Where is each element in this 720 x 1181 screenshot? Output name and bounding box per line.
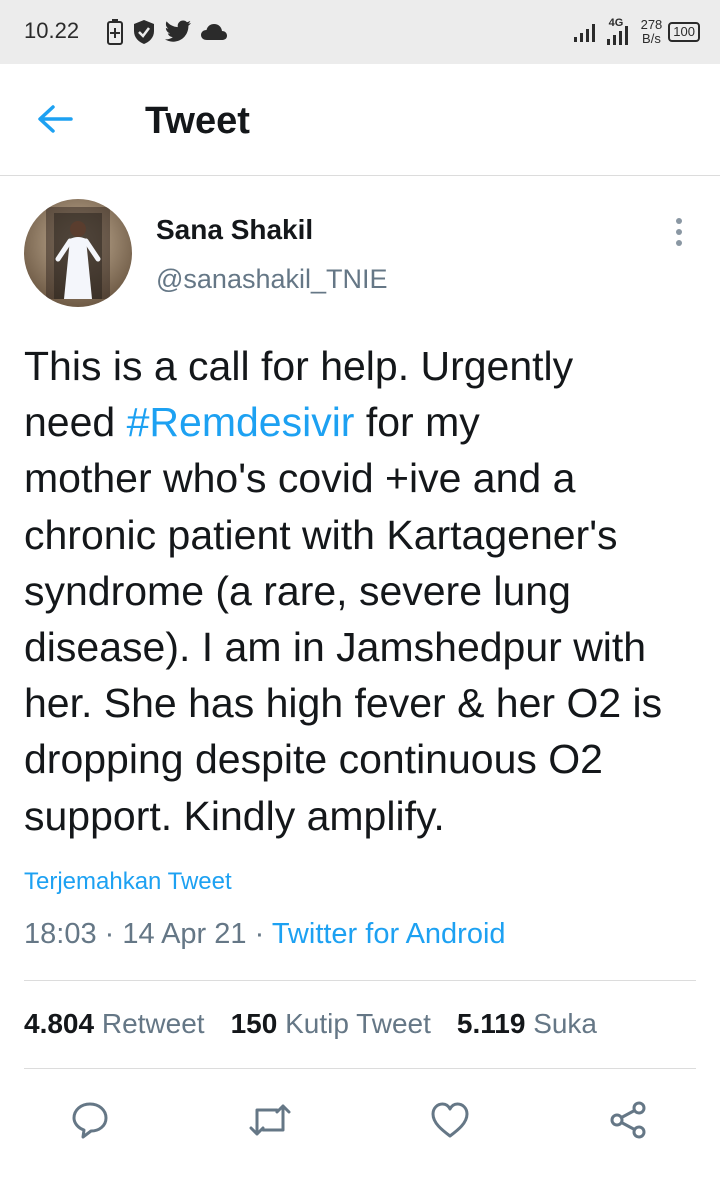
- back-arrow-icon: [38, 105, 73, 133]
- likes-label: Suka: [533, 1008, 598, 1039]
- reply-button[interactable]: [60, 1090, 120, 1150]
- tweet-text: This is a call for help. Urgently need #…: [24, 338, 714, 844]
- signal-4g-icon: [606, 26, 628, 45]
- avatar[interactable]: [24, 199, 132, 307]
- more-dot-icon: [676, 240, 682, 246]
- cloud-icon: [201, 24, 227, 40]
- meta-separator: ·: [104, 918, 115, 950]
- tweet-date: 14 Apr 21: [122, 918, 247, 950]
- status-bar: 10.22 4G 278 B/s 100: [0, 0, 720, 64]
- hashtag-link[interactable]: #Remdesivir: [127, 399, 355, 445]
- tweet-action-bar: [0, 1090, 720, 1150]
- like-button[interactable]: [420, 1090, 480, 1150]
- share-button[interactable]: [598, 1090, 658, 1150]
- status-system-icons: 4G 278 B/s 100: [573, 14, 700, 50]
- more-options-button[interactable]: [664, 214, 694, 250]
- retweet-button[interactable]: [240, 1090, 300, 1150]
- twitter-bird-icon: [164, 20, 191, 42]
- retweets-stat[interactable]: 4.804 Retweet: [24, 1008, 205, 1040]
- network-speed-value: 278: [640, 17, 663, 32]
- page-title: Tweet: [145, 100, 250, 142]
- tweet-time: 18:03: [24, 918, 97, 950]
- divider: [24, 980, 696, 981]
- more-dot-icon: [676, 218, 682, 224]
- like-icon: [431, 1102, 469, 1138]
- author-handle[interactable]: @sanashakil_TNIE: [156, 264, 388, 295]
- battery-saver-icon: [107, 19, 123, 45]
- quotes-stat[interactable]: 150 Kutip Tweet: [231, 1008, 431, 1040]
- tweet-meta: 18:03 · 14 Apr 21 · Twitter for Android: [24, 918, 506, 951]
- share-icon: [610, 1101, 646, 1139]
- reply-icon: [72, 1102, 108, 1139]
- quotes-label: Kutip Tweet: [285, 1008, 431, 1039]
- likes-stat[interactable]: 5.119 Suka: [457, 1008, 597, 1040]
- translate-tweet-link[interactable]: Terjemahkan Tweet: [24, 868, 232, 896]
- network-speed: 278 B/s: [641, 18, 663, 46]
- retweets-count: 4.804: [24, 1008, 95, 1039]
- more-dot-icon: [676, 229, 682, 235]
- signal-icon: [573, 24, 595, 42]
- avatar-photo: [24, 199, 132, 307]
- divider: [24, 1068, 696, 1069]
- retweets-label: Retweet: [101, 1008, 205, 1039]
- shield-icon: [134, 20, 154, 44]
- battery-indicator: 100: [668, 22, 700, 42]
- tweet-stats: 4.804 Retweet 150 Kutip Tweet 5.119 Suka: [24, 1008, 597, 1040]
- tweet-source-link[interactable]: Twitter for Android: [272, 918, 506, 950]
- quotes-count: 150: [230, 1008, 278, 1039]
- status-notification-icons: [106, 17, 228, 47]
- network-indicator: 4G: [605, 17, 635, 47]
- meta-separator: ·: [254, 918, 265, 950]
- retweet-icon: [249, 1104, 291, 1136]
- author-name[interactable]: Sana Shakil: [156, 214, 313, 246]
- status-time: 10.22: [24, 18, 80, 43]
- tweet-header: Tweet: [0, 64, 720, 176]
- network-speed-unit: B/s: [642, 31, 661, 46]
- tweet-text-end: for my mother who's covid +ive and a chr…: [24, 399, 663, 839]
- likes-count: 5.119: [456, 1008, 526, 1039]
- back-button[interactable]: [30, 94, 80, 144]
